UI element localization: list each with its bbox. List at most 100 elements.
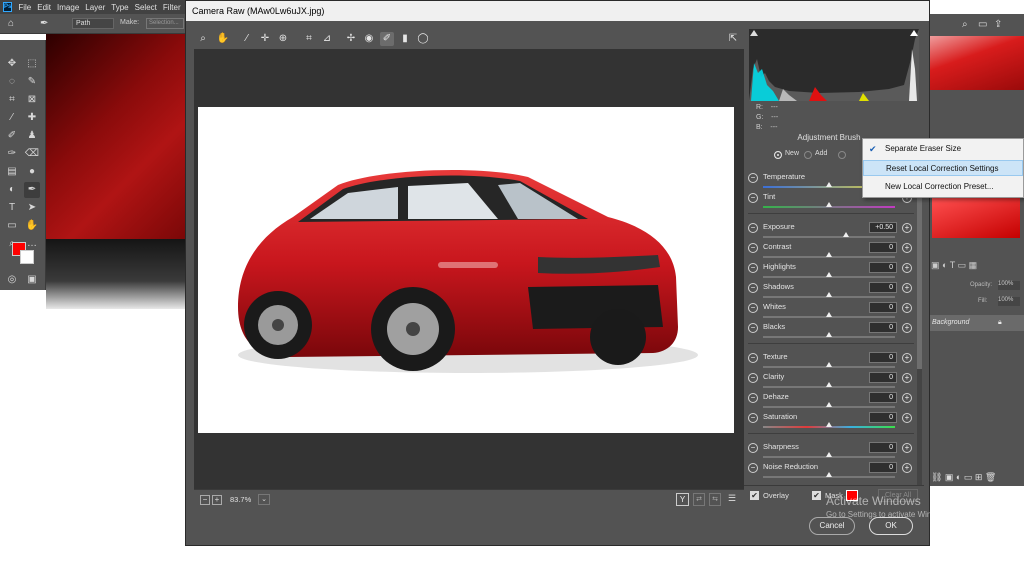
- shadows-value-input[interactable]: 0: [869, 282, 897, 293]
- shadows-increase-icon[interactable]: +: [902, 283, 912, 293]
- blacks-value-input[interactable]: 0: [869, 322, 897, 333]
- whites-decrease-icon[interactable]: −: [748, 303, 758, 313]
- red-eye-icon[interactable]: ◉: [362, 32, 376, 46]
- eyedropper-tool-icon[interactable]: ⁄: [4, 110, 20, 126]
- dehaze-increase-icon[interactable]: +: [902, 393, 912, 403]
- search-icon[interactable]: ⌕: [962, 19, 968, 30]
- adjustment-brush-icon[interactable]: ✐: [380, 32, 394, 46]
- noise-reduction-increase-icon[interactable]: +: [902, 463, 912, 473]
- zoom-out-button[interactable]: −: [200, 495, 210, 505]
- menu-item-separate-eraser-size[interactable]: ✔ Separate Eraser Size: [863, 141, 1023, 157]
- noise-reduction-slider-thumb[interactable]: [826, 472, 832, 477]
- copy-settings-icon[interactable]: ⇆: [709, 493, 721, 506]
- saturation-increase-icon[interactable]: +: [902, 413, 912, 423]
- noise-reduction-value-input[interactable]: 0: [869, 462, 897, 473]
- texture-slider-thumb[interactable]: [826, 362, 832, 367]
- saturation-value-input[interactable]: 0: [869, 412, 897, 423]
- shape-tool-icon[interactable]: ▭: [4, 218, 20, 234]
- layer-filter-icons[interactable]: ▣ ◐ T ▭ ▦: [931, 260, 977, 271]
- open-preferences-icon[interactable]: ⇱: [726, 32, 740, 46]
- zoom-icon[interactable]: ⌕: [196, 32, 210, 46]
- mask-checkbox[interactable]: ✔: [812, 491, 821, 500]
- menu-item-reset-local-correction[interactable]: Reset Local Correction Settings: [863, 160, 1023, 176]
- blacks-decrease-icon[interactable]: −: [748, 323, 758, 333]
- quick-mask-icon[interactable]: ◎: [4, 272, 20, 288]
- straighten-icon[interactable]: ⊿: [320, 32, 334, 46]
- clarity-value-input[interactable]: 0: [869, 372, 897, 383]
- contrast-slider-thumb[interactable]: [826, 252, 832, 257]
- sharpness-slider-thumb[interactable]: [826, 452, 832, 457]
- noise-reduction-decrease-icon[interactable]: −: [748, 463, 758, 473]
- exposure-value-input[interactable]: +0.50: [869, 222, 897, 233]
- menu-select[interactable]: Select: [135, 3, 157, 12]
- path-mode-select[interactable]: Path: [72, 18, 114, 29]
- lasso-tool-icon[interactable]: ◌: [4, 74, 20, 90]
- menu-layer[interactable]: Layer: [85, 3, 105, 12]
- whites-value-input[interactable]: 0: [869, 302, 897, 313]
- temperature-decrease-icon[interactable]: −: [748, 173, 758, 183]
- pen-tool-active-icon[interactable]: ✒: [24, 182, 40, 198]
- graduated-filter-icon[interactable]: ▮: [398, 32, 412, 46]
- image-preview[interactable]: [194, 49, 744, 489]
- quick-select-icon[interactable]: ✎: [24, 74, 40, 90]
- highlights-increase-icon[interactable]: +: [902, 263, 912, 273]
- color-sampler-icon[interactable]: ✛: [258, 32, 272, 46]
- texture-decrease-icon[interactable]: −: [748, 353, 758, 363]
- hand-tool-icon[interactable]: ✋: [24, 218, 40, 234]
- zoom-level[interactable]: 83.7%: [230, 495, 251, 504]
- radial-filter-icon[interactable]: ◯: [416, 32, 430, 46]
- contrast-increase-icon[interactable]: +: [902, 243, 912, 253]
- whites-slider-thumb[interactable]: [826, 312, 832, 317]
- layer-actions-icons[interactable]: ⛓ ▣ ◐ ▭ ⊞ 🗑︎: [931, 472, 996, 483]
- type-tool-icon[interactable]: T: [4, 200, 20, 216]
- sharpness-value-input[interactable]: 0: [869, 442, 897, 453]
- screen-mode-icon[interactable]: ▣: [24, 272, 40, 288]
- saturation-decrease-icon[interactable]: −: [748, 413, 758, 423]
- menu-edit[interactable]: Edit: [37, 3, 51, 12]
- contrast-value-input[interactable]: 0: [869, 242, 897, 253]
- shadows-slider-thumb[interactable]: [826, 292, 832, 297]
- exposure-slider-track[interactable]: [763, 236, 895, 238]
- stamp-tool-icon[interactable]: ♟: [24, 128, 40, 144]
- brush-tool-icon[interactable]: ✐: [4, 128, 20, 144]
- fill-value[interactable]: 100%: [998, 297, 1020, 306]
- frame-tool-icon[interactable]: ⊠: [24, 92, 40, 108]
- white-balance-icon[interactable]: ⁄: [240, 32, 254, 46]
- panel-scrollbar[interactable]: [917, 165, 922, 505]
- spot-removal-icon[interactable]: ✢: [344, 32, 358, 46]
- exposure-decrease-icon[interactable]: −: [748, 223, 758, 233]
- highlight-clipping-icon[interactable]: [910, 30, 918, 36]
- eraser-tool-icon[interactable]: ⌫: [24, 146, 40, 162]
- highlights-value-input[interactable]: 0: [869, 262, 897, 273]
- tint-decrease-icon[interactable]: −: [748, 193, 758, 203]
- targeted-adjustment-icon[interactable]: ⊕: [276, 32, 290, 46]
- saturation-slider-thumb[interactable]: [826, 422, 832, 427]
- blacks-increase-icon[interactable]: +: [902, 323, 912, 333]
- temperature-slider-thumb[interactable]: [826, 182, 832, 187]
- menu-type[interactable]: Type: [111, 3, 128, 12]
- texture-increase-icon[interactable]: +: [902, 353, 912, 363]
- shadow-clipping-icon[interactable]: [750, 30, 758, 36]
- dodge-tool-icon[interactable]: ◐: [4, 182, 20, 198]
- shadows-decrease-icon[interactable]: −: [748, 283, 758, 293]
- clarity-decrease-icon[interactable]: −: [748, 373, 758, 383]
- healing-tool-icon[interactable]: ✚: [24, 110, 40, 126]
- layer-row-background[interactable]: Background 🔒︎: [928, 315, 1024, 331]
- scrollbar-thumb[interactable]: [917, 169, 922, 369]
- menu-filter[interactable]: Filter: [163, 3, 181, 12]
- menu-file[interactable]: File: [18, 3, 31, 12]
- menu-image[interactable]: Image: [57, 3, 79, 12]
- exposure-slider-thumb[interactable]: [843, 232, 850, 237]
- move-tool-icon[interactable]: ✥: [4, 56, 20, 72]
- sharpness-decrease-icon[interactable]: −: [748, 443, 758, 453]
- share-icon[interactable]: ⇪: [994, 19, 1002, 30]
- marquee-tool-icon[interactable]: ⬚: [24, 56, 40, 72]
- dehaze-slider-thumb[interactable]: [826, 402, 832, 407]
- cancel-button[interactable]: Cancel: [809, 517, 855, 535]
- path-select-icon[interactable]: ➤: [24, 200, 40, 216]
- overlay-checkbox[interactable]: ✔: [750, 491, 759, 500]
- menu-item-new-local-preset[interactable]: New Local Correction Preset...: [863, 179, 1023, 195]
- home-icon[interactable]: ⌂: [8, 18, 14, 29]
- dehaze-decrease-icon[interactable]: −: [748, 393, 758, 403]
- zoom-dropdown-icon[interactable]: ⌄: [258, 494, 270, 505]
